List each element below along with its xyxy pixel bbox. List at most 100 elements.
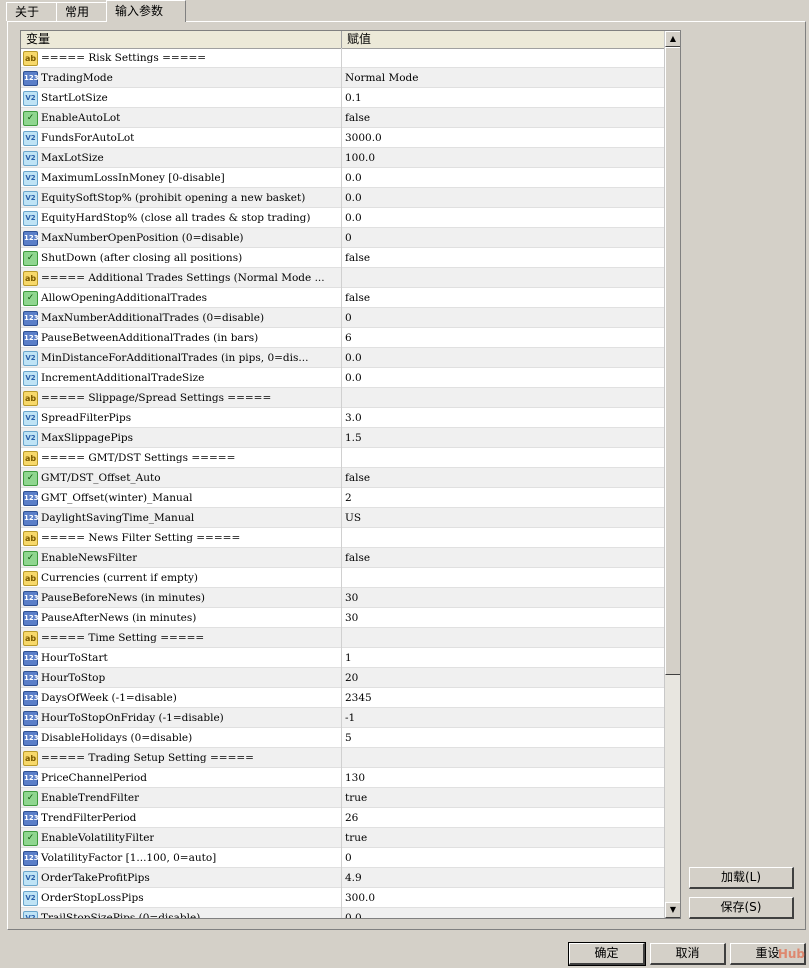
value-cell[interactable]: 3.0 bbox=[342, 408, 664, 428]
table-row[interactable]: ✓ EnableNewsFilter false bbox=[21, 548, 664, 568]
variable-cell[interactable]: ab ===== GMT/DST Settings ===== bbox=[21, 448, 342, 468]
table-row[interactable]: ✓ EnableAutoLot false bbox=[21, 108, 664, 128]
table-row[interactable]: ✓ AllowOpeningAdditionalTrades false bbox=[21, 288, 664, 308]
value-cell[interactable]: 4.9 bbox=[342, 868, 664, 888]
table-row[interactable]: V2 OrderTakeProfitPips 4.9 bbox=[21, 868, 664, 888]
ok-button[interactable]: 确定 bbox=[568, 942, 646, 966]
value-cell[interactable] bbox=[342, 628, 664, 648]
value-cell[interactable]: 0.0 bbox=[342, 168, 664, 188]
variable-cell[interactable]: ✓ AllowOpeningAdditionalTrades bbox=[21, 288, 342, 308]
variable-cell[interactable]: V2 OrderTakeProfitPips bbox=[21, 868, 342, 888]
table-row[interactable]: 123 PauseAfterNews (in minutes) 30 bbox=[21, 608, 664, 628]
value-cell[interactable]: false bbox=[342, 468, 664, 488]
scroll-up-icon[interactable]: ▲ bbox=[665, 31, 680, 47]
value-cell[interactable]: 0.0 bbox=[342, 348, 664, 368]
value-cell[interactable]: 2 bbox=[342, 488, 664, 508]
table-row[interactable]: V2 FundsForAutoLot 3000.0 bbox=[21, 128, 664, 148]
variable-cell[interactable]: 123 VolatilityFactor [1...100, 0=auto] bbox=[21, 848, 342, 868]
table-row[interactable]: V2 StartLotSize 0.1 bbox=[21, 88, 664, 108]
tab-inputs[interactable]: 输入参数 bbox=[106, 0, 186, 22]
variable-cell[interactable]: ab Currencies (current if empty) bbox=[21, 568, 342, 588]
table-row[interactable]: 123 DaysOfWeek (-1=disable) 2345 bbox=[21, 688, 664, 708]
cancel-button[interactable]: 取消 bbox=[650, 943, 726, 965]
table-row[interactable]: ab ===== Time Setting ===== bbox=[21, 628, 664, 648]
table-row[interactable]: V2 SpreadFilterPips 3.0 bbox=[21, 408, 664, 428]
table-row[interactable]: ab ===== Slippage/Spread Settings ===== bbox=[21, 388, 664, 408]
variable-cell[interactable]: 123 MaxNumberOpenPosition (0=disable) bbox=[21, 228, 342, 248]
variable-cell[interactable]: 123 PriceChannelPeriod bbox=[21, 768, 342, 788]
variable-cell[interactable]: ab ===== Additional Trades Settings (Norm… bbox=[21, 268, 342, 288]
value-cell[interactable]: 1.5 bbox=[342, 428, 664, 448]
value-cell[interactable] bbox=[342, 388, 664, 408]
variable-cell[interactable]: 123 MaxNumberAdditionalTrades (0=disable) bbox=[21, 308, 342, 328]
table-row[interactable]: 123 DaylightSavingTime_Manual US bbox=[21, 508, 664, 528]
value-cell[interactable]: 2345 bbox=[342, 688, 664, 708]
value-cell[interactable]: 130 bbox=[342, 768, 664, 788]
variable-cell[interactable]: 123 PauseBetweenAdditionalTrades (in bars… bbox=[21, 328, 342, 348]
table-row[interactable]: ✓ GMT/DST_Offset_Auto false bbox=[21, 468, 664, 488]
variable-cell[interactable]: 123 TradingMode bbox=[21, 68, 342, 88]
variable-cell[interactable]: V2 FundsForAutoLot bbox=[21, 128, 342, 148]
table-row[interactable]: 123 HourToStop 20 bbox=[21, 668, 664, 688]
value-cell[interactable] bbox=[342, 748, 664, 768]
scroll-down-icon[interactable]: ▼ bbox=[665, 902, 680, 918]
value-cell[interactable]: true bbox=[342, 828, 664, 848]
value-cell[interactable]: false bbox=[342, 108, 664, 128]
value-cell[interactable]: 300.0 bbox=[342, 888, 664, 908]
variable-cell[interactable]: 123 HourToStop bbox=[21, 668, 342, 688]
table-row[interactable]: V2 MaxLotSize 100.0 bbox=[21, 148, 664, 168]
variable-cell[interactable]: 123 HourToStopOnFriday (-1=disable) bbox=[21, 708, 342, 728]
value-cell[interactable] bbox=[342, 48, 664, 68]
table-row[interactable]: 123 TradingMode Normal Mode bbox=[21, 68, 664, 88]
table-row[interactable]: V2 MaximumLossInMoney [0-disable] 0.0 bbox=[21, 168, 664, 188]
table-row[interactable]: ab ===== Additional Trades Settings (Norm… bbox=[21, 268, 664, 288]
variable-cell[interactable]: ab ===== Time Setting ===== bbox=[21, 628, 342, 648]
table-row[interactable]: 123 VolatilityFactor [1...100, 0=auto] 0 bbox=[21, 848, 664, 868]
variable-cell[interactable]: 123 HourToStart bbox=[21, 648, 342, 668]
value-cell[interactable]: 0.0 bbox=[342, 208, 664, 228]
value-cell[interactable]: -1 bbox=[342, 708, 664, 728]
value-cell[interactable]: 5 bbox=[342, 728, 664, 748]
value-cell[interactable]: 100.0 bbox=[342, 148, 664, 168]
value-cell[interactable]: false bbox=[342, 248, 664, 268]
vertical-scrollbar[interactable]: ▲ ▼ bbox=[664, 31, 680, 918]
table-row[interactable]: ab ===== Trading Setup Setting ===== bbox=[21, 748, 664, 768]
column-header-value[interactable]: 赋值 bbox=[342, 31, 664, 48]
variable-cell[interactable]: V2 MaxSlippagePips bbox=[21, 428, 342, 448]
variable-cell[interactable]: V2 MaxLotSize bbox=[21, 148, 342, 168]
table-row[interactable]: 123 PauseBetweenAdditionalTrades (in bars… bbox=[21, 328, 664, 348]
variable-cell[interactable]: ✓ EnableAutoLot bbox=[21, 108, 342, 128]
variable-cell[interactable]: 123 GMT_Offset(winter)_Manual bbox=[21, 488, 342, 508]
table-row[interactable]: ab Currencies (current if empty) bbox=[21, 568, 664, 588]
table-row[interactable]: 123 HourToStart 1 bbox=[21, 648, 664, 668]
variable-cell[interactable]: ab ===== Slippage/Spread Settings ===== bbox=[21, 388, 342, 408]
table-row[interactable]: ✓ EnableTrendFilter true bbox=[21, 788, 664, 808]
variable-cell[interactable]: V2 MaximumLossInMoney [0-disable] bbox=[21, 168, 342, 188]
table-row[interactable]: 123 TrendFilterPeriod 26 bbox=[21, 808, 664, 828]
variable-cell[interactable]: ✓ EnableTrendFilter bbox=[21, 788, 342, 808]
value-cell[interactable]: 30 bbox=[342, 608, 664, 628]
value-cell[interactable]: 26 bbox=[342, 808, 664, 828]
value-cell[interactable]: 30 bbox=[342, 588, 664, 608]
table-row[interactable]: V2 MaxSlippagePips 1.5 bbox=[21, 428, 664, 448]
table-row[interactable]: ab ===== GMT/DST Settings ===== bbox=[21, 448, 664, 468]
table-row[interactable]: V2 TrailStopSizePips (0=disable) 0.0 bbox=[21, 908, 664, 918]
table-row[interactable]: V2 IncrementAdditionalTradeSize 0.0 bbox=[21, 368, 664, 388]
variable-cell[interactable]: 123 DaysOfWeek (-1=disable) bbox=[21, 688, 342, 708]
variable-cell[interactable]: V2 EquityHardStop% (close all trades & st… bbox=[21, 208, 342, 228]
reset-button[interactable]: 重设 bbox=[730, 943, 806, 965]
variable-cell[interactable]: V2 OrderStopLossPips bbox=[21, 888, 342, 908]
variable-cell[interactable]: V2 EquitySoftStop% (prohibit opening a ne… bbox=[21, 188, 342, 208]
load-button[interactable]: 加载(L) bbox=[689, 867, 794, 889]
variable-cell[interactable]: 123 DisableHolidays (0=disable) bbox=[21, 728, 342, 748]
value-cell[interactable]: 0 bbox=[342, 308, 664, 328]
value-cell[interactable]: 0 bbox=[342, 848, 664, 868]
variable-cell[interactable]: ✓ GMT/DST_Offset_Auto bbox=[21, 468, 342, 488]
value-cell[interactable]: 0.1 bbox=[342, 88, 664, 108]
value-cell[interactable]: US bbox=[342, 508, 664, 528]
column-header-variable[interactable]: 变量 bbox=[21, 31, 342, 48]
scroll-thumb[interactable] bbox=[665, 47, 680, 675]
table-row[interactable]: 123 MaxNumberAdditionalTrades (0=disable)… bbox=[21, 308, 664, 328]
value-cell[interactable]: 1 bbox=[342, 648, 664, 668]
table-row[interactable]: V2 EquityHardStop% (close all trades & st… bbox=[21, 208, 664, 228]
